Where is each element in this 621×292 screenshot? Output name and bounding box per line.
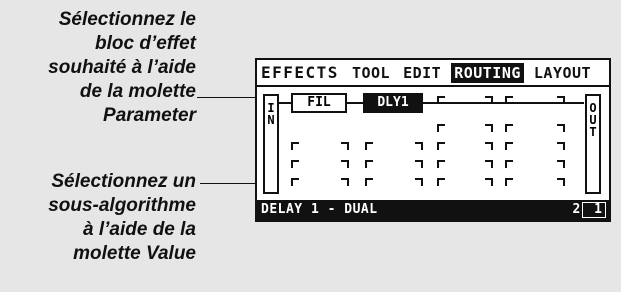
empty-slot-bracket [341,142,349,150]
effect-block-fil[interactable]: FIL [291,93,347,113]
input-block: IN [263,94,279,194]
status-bar: DELAY 1 - DUAL 2 1 [257,200,609,220]
empty-slot-bracket [415,142,423,150]
empty-slot-bracket [291,178,299,186]
lcd-display: EFFECTS TOOL EDIT ROUTING LAYOUT IN OUT … [255,58,611,222]
empty-slot-bracket [437,124,445,132]
empty-slot-bracket [557,160,565,168]
empty-slot-bracket [365,160,373,168]
empty-slot-bracket [291,160,299,168]
empty-slot-bracket [505,160,513,168]
empty-slot-bracket [485,96,493,104]
empty-slot-bracket [365,142,373,150]
empty-slot-bracket [341,178,349,186]
empty-slot-bracket [415,178,423,186]
tab-bar: EFFECTS TOOL EDIT ROUTING LAYOUT [259,63,593,83]
header-divider [257,85,609,87]
empty-slot-bracket [437,142,445,150]
input-label: IN [267,101,275,127]
empty-slot-bracket [437,178,445,186]
algorithm-index: 2 1 [572,202,605,217]
empty-slot-bracket [557,178,565,186]
annotation-select-effect-block: Sélectionnez le bloc d’effet souhaité à … [48,9,196,126]
empty-slot-bracket [557,142,565,150]
empty-slot-bracket [557,124,565,132]
empty-slot-bracket [437,96,445,104]
empty-slot-bracket [341,160,349,168]
empty-slot-bracket [437,160,445,168]
empty-slot-bracket [557,96,565,104]
selected-algorithm: DELAY 1 - DUAL [261,202,378,217]
empty-slot-bracket [505,142,513,150]
leader-line-top [197,97,255,98]
empty-slot-bracket [365,178,373,186]
empty-slot-bracket [291,142,299,150]
leader-line-bottom [200,183,258,184]
output-block: OUT [585,94,601,194]
empty-slot-bracket [485,142,493,150]
tab-effects[interactable]: EFFECTS [259,64,341,82]
empty-slot-bracket [485,124,493,132]
empty-slot-bracket [505,96,513,104]
empty-slot-bracket [485,178,493,186]
empty-slot-bracket [485,160,493,168]
empty-slot-bracket [415,160,423,168]
empty-slot-bracket [505,178,513,186]
tab-tool[interactable]: TOOL [350,64,392,82]
tab-layout[interactable]: LAYOUT [532,64,593,82]
tab-edit[interactable]: EDIT [401,64,443,82]
empty-slot-bracket [505,124,513,132]
annotation-select-sub-algorithm: Sélectionnez un sous-algorithme à l’aide… [48,171,196,264]
effect-block-dly1[interactable]: DLY1 [363,93,423,113]
tab-routing[interactable]: ROUTING [451,63,524,83]
output-label: OUT [589,101,597,139]
